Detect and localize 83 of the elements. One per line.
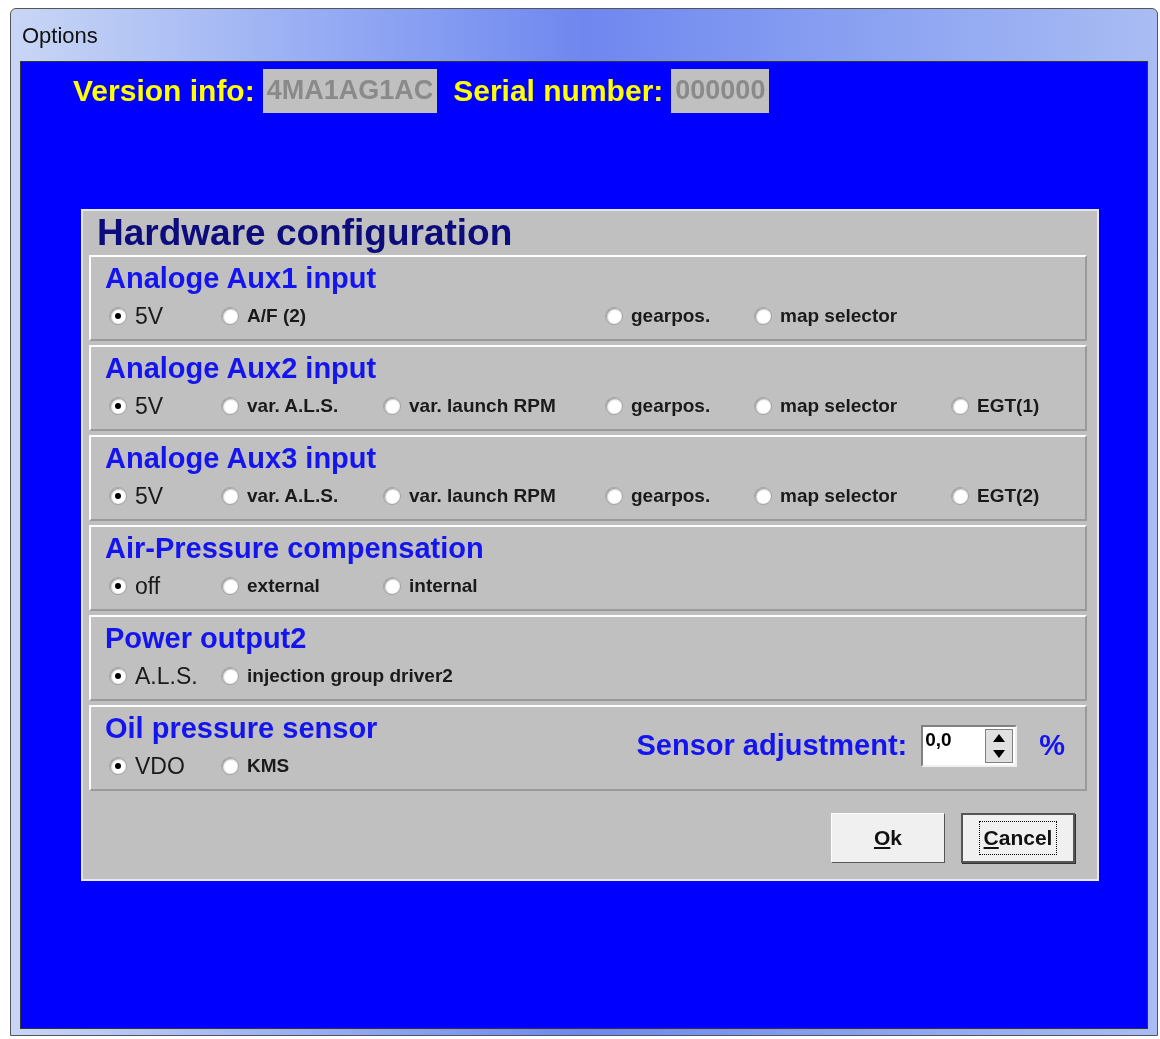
- radio-button[interactable]: [109, 577, 127, 595]
- radio-button[interactable]: [383, 397, 401, 415]
- radio-option[interactable]: off: [109, 573, 221, 599]
- radio-button[interactable]: [754, 487, 772, 505]
- radio-button[interactable]: [383, 487, 401, 505]
- option-label: EGT(2): [977, 483, 1040, 508]
- unit-label: %: [1039, 728, 1065, 764]
- group-title: Oil pressure sensor: [105, 711, 379, 746]
- radio-option[interactable]: map selector: [754, 483, 951, 509]
- radio-button[interactable]: [221, 667, 239, 685]
- option-label: 5V: [135, 301, 164, 331]
- radio-option[interactable]: KMS: [221, 753, 383, 779]
- option-label: gearpos.: [631, 483, 711, 508]
- radio-button[interactable]: [221, 577, 239, 595]
- radio-option[interactable]: var. launch RPM: [383, 393, 605, 419]
- radio-option[interactable]: gearpos.: [605, 303, 754, 329]
- radio-option[interactable]: map selector: [754, 303, 951, 329]
- dialog-button[interactable]: Ok: [831, 813, 945, 863]
- option-label: VDO: [135, 751, 185, 781]
- option-label: internal: [409, 573, 478, 598]
- group-title: Air-Pressure compensation: [105, 531, 485, 566]
- option-label: 5V: [135, 481, 164, 511]
- radio-button[interactable]: [754, 397, 772, 415]
- window-title: Options: [22, 21, 98, 50]
- spin-arrows-icon[interactable]: [985, 729, 1014, 763]
- option-label: map selector: [780, 483, 898, 508]
- radio-button[interactable]: [605, 397, 623, 415]
- option-label: external: [247, 573, 320, 598]
- radio-button[interactable]: [221, 757, 239, 775]
- radio-option[interactable]: gearpos.: [605, 393, 754, 419]
- radio-option[interactable]: external: [221, 573, 383, 599]
- option-label: off: [135, 571, 161, 601]
- radio-option[interactable]: gearpos.: [605, 483, 754, 509]
- group-title: Analoge Aux1 input: [105, 261, 378, 296]
- radio-option[interactable]: EGT(2): [951, 483, 1071, 509]
- option-label: var. launch RPM: [409, 393, 556, 418]
- radio-option[interactable]: A/F (2): [221, 303, 605, 329]
- radio-button[interactable]: [951, 487, 969, 505]
- radio-option[interactable]: EGT(1): [951, 393, 1071, 419]
- radio-option[interactable]: var. A.L.S.: [221, 483, 383, 509]
- group-title: Analoge Aux2 input: [105, 351, 378, 386]
- option-label: A.L.S.: [135, 661, 198, 691]
- radio-button[interactable]: [605, 307, 623, 325]
- group-title: Power output2: [105, 621, 308, 656]
- radio-button[interactable]: [221, 397, 239, 415]
- radio-option[interactable]: 5V: [109, 393, 221, 419]
- radio-button[interactable]: [221, 487, 239, 505]
- option-label: EGT(1): [977, 393, 1040, 418]
- radio-option[interactable]: 5V: [109, 303, 221, 329]
- radio-button[interactable]: [109, 757, 127, 775]
- spin-field[interactable]: 0,0: [921, 725, 1018, 767]
- option-label: gearpos.: [631, 303, 711, 328]
- radio-button[interactable]: [109, 487, 127, 505]
- radio-option[interactable]: map selector: [754, 393, 951, 419]
- radio-option[interactable]: var. A.L.S.: [221, 393, 383, 419]
- radio-option[interactable]: var. launch RPM: [383, 483, 605, 509]
- radio-button[interactable]: [754, 307, 772, 325]
- option-label: 5V: [135, 391, 164, 421]
- radio-button[interactable]: [109, 307, 127, 325]
- option-label: var. A.L.S.: [247, 483, 339, 508]
- radio-option[interactable]: 5V: [109, 483, 221, 509]
- radio-option[interactable]: internal: [383, 573, 605, 599]
- option-label: map selector: [780, 303, 898, 328]
- option-label: var. launch RPM: [409, 483, 556, 508]
- option-label: var. A.L.S.: [247, 393, 339, 418]
- radio-button[interactable]: [221, 307, 239, 325]
- radio-button[interactable]: [109, 397, 127, 415]
- version-label: Version info:: [73, 73, 255, 109]
- option-label: A/F (2): [247, 303, 307, 328]
- radio-button[interactable]: [951, 397, 969, 415]
- panel-title: Hardware configuration: [96, 211, 514, 255]
- adjustment-label: Sensor adjustment:: [636, 728, 908, 764]
- option-label: gearpos.: [631, 393, 711, 418]
- dialog-button[interactable]: Cancel: [961, 813, 1075, 863]
- serial-label: Serial number:: [453, 73, 664, 109]
- group-title: Analoge Aux3 input: [105, 441, 378, 476]
- radio-button[interactable]: [109, 667, 127, 685]
- radio-option[interactable]: A.L.S.: [109, 663, 221, 689]
- option-label: map selector: [780, 393, 898, 418]
- radio-button[interactable]: [383, 577, 401, 595]
- radio-button[interactable]: [605, 487, 623, 505]
- option-label: KMS: [247, 753, 290, 778]
- radio-option[interactable]: VDO: [109, 753, 221, 779]
